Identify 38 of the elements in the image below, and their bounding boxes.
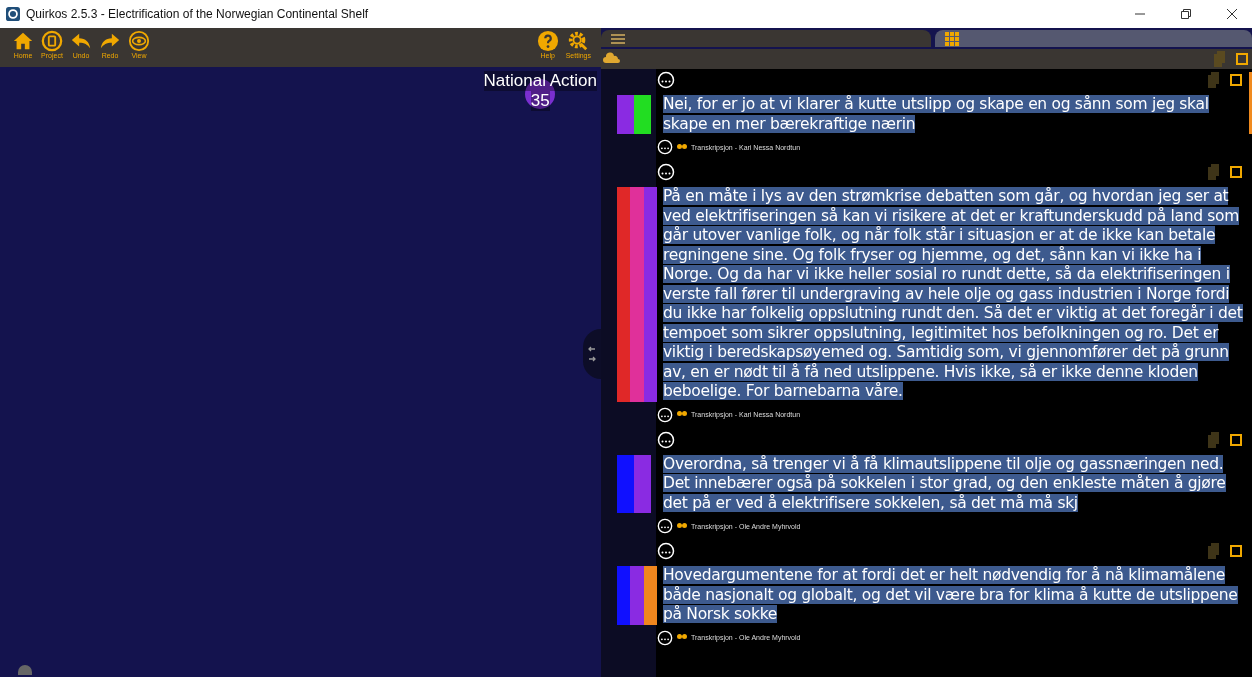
zoom-handle[interactable]: [18, 665, 32, 675]
home-icon: [12, 30, 34, 52]
comment-icon[interactable]: [657, 518, 673, 534]
view-icon: [128, 30, 150, 52]
square-icon[interactable]: [1230, 545, 1242, 557]
close-icon[interactable]: [1226, 8, 1238, 20]
quote-mark-icon: [677, 143, 687, 151]
scrollbar-thumb[interactable]: [1249, 72, 1252, 134]
comment-icon[interactable]: [657, 629, 673, 646]
gear-icon: [567, 30, 590, 52]
cloud-icon[interactable]: [603, 52, 621, 66]
square-icon[interactable]: [1230, 166, 1242, 178]
menu-icon: [611, 33, 625, 44]
square-icon[interactable]: [1230, 74, 1242, 86]
node-label: National Action: [483, 71, 597, 91]
quote-mark-icon: [677, 634, 687, 641]
quote-text: Overordna, så trenger vi å få klimautslippene til olje og gassnæringen ned. Det innebærer også på sokkelen i stor grad, og den enkleste måten å gjøre det på er ved å elektrifisere sokkelen, så det må må skj: [662, 454, 1227, 513]
square-icon[interactable]: [1230, 433, 1242, 446]
comment-icon[interactable]: [657, 163, 675, 181]
grid-icon: [945, 31, 959, 46]
comment-icon[interactable]: [657, 430, 675, 449]
quote-mark-icon: [677, 522, 687, 530]
comment-icon[interactable]: [657, 71, 675, 89]
comment-icon[interactable]: [657, 139, 673, 155]
project-icon: [41, 30, 63, 52]
quote-text: Nei, for er jo at vi klarer å kutte utslipp og skape en og sånn som jeg skal skape en mer bærekraftige nærin: [662, 95, 1210, 134]
window-title: Quirkos 2.5.3 - Electrification of the Norwegian Continental Shelf: [26, 7, 369, 21]
quote-mark-icon: [677, 411, 687, 418]
node-count: 35: [530, 91, 550, 111]
comment-icon[interactable]: [657, 406, 673, 423]
app-logo-icon: [6, 7, 20, 21]
restore-icon[interactable]: [1180, 8, 1192, 20]
square-icon[interactable]: [1236, 53, 1248, 65]
swap-arrows-icon: [587, 344, 597, 364]
panel-toggle-button[interactable]: [583, 329, 601, 379]
quote-text: Hovedargumentene for at fordi det er helt nødvendig for å nå klimamålene både nasjonalt og globalt, og det vil være bra for klima å kutte de utslippene på Norsk sokke: [662, 566, 1239, 625]
comment-icon[interactable]: [657, 542, 675, 560]
tab[interactable]: [935, 30, 1252, 47]
